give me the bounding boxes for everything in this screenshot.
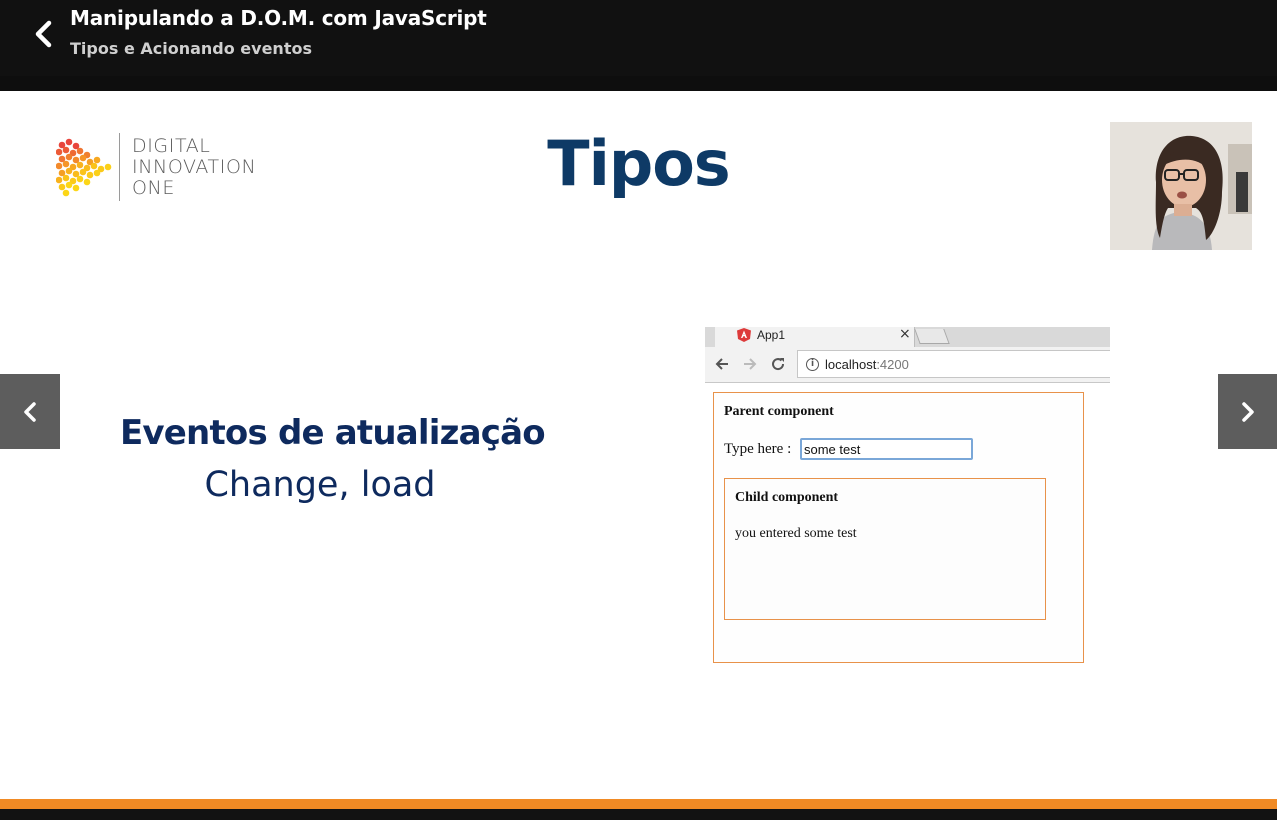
back-button[interactable] — [26, 14, 60, 54]
chevron-left-icon — [24, 401, 36, 422]
type-here-input[interactable]: some test — [800, 438, 973, 460]
browser-toolbar: i localhost:4200 — [705, 347, 1110, 383]
parent-component: Parent component Type here : some test C… — [713, 392, 1084, 663]
next-slide-button[interactable] — [1218, 374, 1277, 449]
slide-area: DIGITAL INNOVATION ONE Tipos Eventos de … — [0, 91, 1277, 799]
info-icon[interactable]: i — [806, 358, 819, 371]
course-title: Manipulando a D.O.M. com JavaScript — [70, 6, 487, 30]
lesson-subtitle: Tipos e Acionando eventos — [70, 39, 312, 58]
browser-forward-icon[interactable] — [741, 355, 759, 373]
previous-slide-button[interactable] — [0, 374, 60, 449]
browser-tab-bar: App1 × — [705, 327, 1110, 347]
chevron-left-icon — [35, 20, 52, 48]
instructor-webcam — [1110, 122, 1252, 250]
event-title: Eventos de atualização — [120, 413, 546, 453]
arrow-left-icon — [715, 358, 728, 370]
child-component: Child component you entered some test — [724, 478, 1046, 620]
url-host: localhost — [825, 357, 877, 372]
angular-icon — [737, 328, 751, 342]
top-bar: Manipulando a D.O.M. com JavaScript Tipo… — [0, 0, 1277, 76]
chevron-right-icon — [1241, 401, 1254, 422]
tab-label: App1 — [757, 328, 786, 342]
progress-bar — [0, 799, 1277, 809]
reload-icon — [772, 358, 785, 371]
type-here-label: Type here : — [724, 441, 792, 457]
browser-back-icon[interactable] — [713, 355, 731, 373]
tab-close-icon[interactable]: × — [899, 327, 911, 341]
instructor-image — [1110, 122, 1252, 250]
embedded-browser-screenshot: App1 × i localhost:4200 Parent component… — [705, 327, 1110, 672]
url-port: :4200 — [876, 357, 909, 372]
address-bar-url: localhost:4200 — [825, 357, 909, 372]
parent-component-title: Parent component — [724, 404, 834, 419]
child-component-title: Child component — [735, 490, 839, 505]
address-bar[interactable]: i localhost:4200 — [797, 350, 1110, 378]
browser-tab[interactable]: App1 × — [715, 327, 915, 347]
new-tab-button[interactable] — [914, 329, 950, 344]
child-component-text: you entered some test — [735, 526, 857, 541]
bottom-strip — [0, 809, 1277, 820]
arrow-right-icon — [744, 358, 757, 370]
slide-heading: Tipos — [547, 127, 730, 200]
browser-reload-icon[interactable] — [769, 355, 787, 373]
event-subtitle: Change, load — [204, 465, 436, 505]
